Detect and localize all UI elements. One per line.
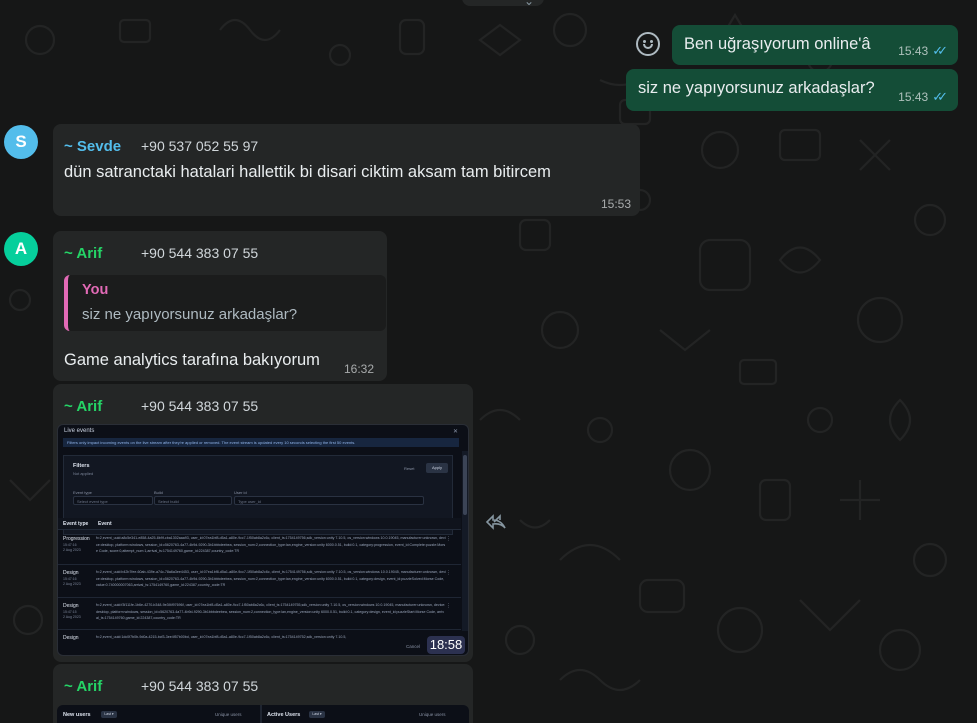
screenshot-title: Live events xyxy=(64,428,95,434)
chat-area: ⌄ Ben uğraşıyorum online'â 15:43 ✓✓ siz … xyxy=(0,0,977,723)
incoming-message[interactable]: ~ Arif +90 544 383 07 55 You siz ne yapı… xyxy=(53,231,387,381)
column-header: Event type xyxy=(63,521,89,527)
screenshot-table-header: Event type Event xyxy=(58,518,461,530)
message-text: Game analytics tarafına bakıyorum xyxy=(64,351,320,369)
sender-phone: +90 544 383 07 55 xyxy=(141,678,259,694)
row-type: Design xyxy=(63,603,79,609)
card-chip: Last ▾ xyxy=(101,711,117,718)
message-time: 15:53 xyxy=(600,197,631,211)
table-row: Progression 15:47:16 2 Aug 2023 fx:2,eve… xyxy=(58,531,461,565)
row-type: Progression xyxy=(63,536,90,542)
field-label: Event type xyxy=(73,490,92,495)
outgoing-message[interactable]: siz ne yapıyorsunuz arkadaşlar? 15:43 ✓✓ xyxy=(626,69,958,111)
double-check-icon: ✓✓ xyxy=(932,89,948,104)
row-event: fx:2,event_uuid:1dc0f7b0b-9d0a-4215-bcf3… xyxy=(96,635,347,639)
card-title: Active Users xyxy=(267,712,301,718)
row-event: fx:2,event_uuid:a8c5e341-e858-4a25-8b9f-… xyxy=(96,536,446,553)
card-title: New users xyxy=(63,712,91,718)
row-time: 15:47:15 2 Aug 2023 xyxy=(63,610,81,619)
message-text: siz ne yapıyorsunuz arkadaşlar? xyxy=(638,79,875,97)
table-row: Design fx:2,event_uuid:1dc0f7b0b-9d0a-42… xyxy=(58,630,461,641)
quoted-message[interactable]: You siz ne yapıyorsunuz arkadaşlar? xyxy=(64,275,386,331)
more-icon: ⋮ xyxy=(446,536,451,542)
column-header: Event xyxy=(98,521,112,527)
image-time: 18:58 xyxy=(427,636,465,654)
message-text: Ben uğraşıyorum online'â xyxy=(684,35,871,53)
more-icon: ⋮ xyxy=(446,603,451,609)
filters-title: Filters xyxy=(73,463,90,469)
row-time: 15:47:16 2 Aug 2023 xyxy=(63,543,81,552)
row-type: Design xyxy=(63,635,79,641)
incoming-message[interactable]: ~ Sevde +90 537 052 55 97 dün satranctak… xyxy=(53,124,640,216)
outgoing-message[interactable]: Ben uğraşıyorum online'â 15:43 ✓✓ xyxy=(672,25,958,65)
screenshot-scroll-thumb xyxy=(463,455,467,515)
close-icon: ✕ xyxy=(452,429,458,435)
apply-label: Apply xyxy=(426,463,448,473)
message-meta: 15:43 ✓✓ xyxy=(898,89,948,105)
forward-icon[interactable] xyxy=(484,510,508,534)
sender-name[interactable]: ~ Arif xyxy=(64,678,102,695)
screenshot-info-banner: Filters only impact incoming events on t… xyxy=(63,438,459,447)
quote-text: siz ne yapıyorsunuz arkadaşlar? xyxy=(82,306,298,323)
row-event: fx:2,event_uuid:b42b7fee-60ab-439e-a74c-… xyxy=(96,570,446,587)
message-text: dün satranctaki hatalari hallettik bi di… xyxy=(64,163,551,181)
field-label: User id xyxy=(234,490,247,495)
double-check-icon: ✓✓ xyxy=(932,43,948,58)
field-value: Select event type xyxy=(73,496,153,505)
sender-name[interactable]: ~ Arif xyxy=(64,398,102,415)
row-event: fx:2,event_uuid:f3f111fe-1b6e-4270-b348-… xyxy=(96,603,446,620)
quote-author: You xyxy=(82,282,109,298)
chevron-down-icon[interactable]: ⌄ xyxy=(524,0,534,8)
avatar[interactable]: S xyxy=(4,125,38,159)
card-metric-label: Unique users xyxy=(419,712,446,717)
row-type: Design xyxy=(63,570,79,576)
message-time: 15:43 xyxy=(898,90,929,104)
sender-name[interactable]: ~ Sevde xyxy=(64,138,121,155)
field-label: Build xyxy=(154,490,163,495)
sender-phone: +90 537 052 55 97 xyxy=(141,138,259,154)
message-time: 15:43 xyxy=(898,44,929,58)
sender-phone: +90 544 383 07 55 xyxy=(141,398,259,414)
more-icon: ⋮ xyxy=(446,570,451,576)
cancel-label: Cancel xyxy=(406,644,421,649)
avatar[interactable]: A xyxy=(4,232,38,266)
message-time: 16:32 xyxy=(344,362,375,376)
table-row: Design 15:47:15 2 Aug 2023 fx:2,event_uu… xyxy=(58,598,461,630)
sender-phone: +90 544 383 07 55 xyxy=(141,245,259,261)
card-divider xyxy=(260,705,262,723)
field-value: Type user_id xyxy=(234,496,424,505)
card-chip: Last ▾ xyxy=(309,711,325,718)
row-time: 15:47:16 2 Aug 2023 xyxy=(63,577,81,586)
image-attachment[interactable]: New users Last ▾ Unique users Active Use… xyxy=(57,705,469,723)
filters-subtitle: Not applied xyxy=(73,471,94,476)
image-attachment[interactable]: Live events ✕ Filters only impact incomi… xyxy=(57,424,469,656)
message-meta: 15:43 ✓✓ xyxy=(898,43,948,59)
smiley-icon[interactable] xyxy=(636,32,660,56)
field-value: Select build xyxy=(154,496,232,505)
table-row: Design 15:47:16 2 Aug 2023 fx:2,event_uu… xyxy=(58,565,461,598)
card-metric-label: Unique users xyxy=(215,712,242,717)
sender-name[interactable]: ~ Arif xyxy=(64,245,102,262)
reset-label: Reset xyxy=(404,466,415,471)
